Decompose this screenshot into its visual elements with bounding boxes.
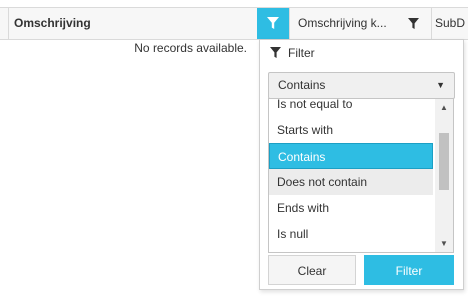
scrollbar-thumb[interactable] (439, 133, 449, 190)
column-header-label: Omschrijving (14, 16, 91, 30)
column-filter-button-active[interactable] (257, 8, 289, 39)
column-header-omschrijving-k[interactable]: Omschrijving k... (289, 8, 431, 39)
scroll-up-arrow-icon[interactable]: ▲ (435, 99, 453, 116)
grid-header: Omschrijving Omschrijving k... SubD (0, 7, 468, 40)
caret-down-icon[interactable]: ▼ (436, 73, 445, 98)
column-header-omschrijving[interactable]: Omschrijving (8, 8, 257, 39)
scroll-down-arrow-icon[interactable]: ▼ (435, 235, 453, 252)
operator-option[interactable]: Is not equal to (269, 99, 433, 117)
filter-popup-title: Filter (270, 43, 315, 63)
filter-button[interactable]: Filter (364, 255, 454, 285)
operator-dropdown[interactable]: Contains ▼ (268, 72, 455, 99)
column-header-label: SubD (435, 16, 466, 30)
operator-dropdown-value: Contains (278, 78, 326, 92)
operator-option[interactable]: Ends with (269, 195, 433, 221)
column-header-subd[interactable]: SubD (431, 8, 468, 39)
clear-button[interactable]: Clear (268, 255, 356, 285)
column-header-label: Omschrijving k... (298, 16, 387, 30)
operator-option[interactable]: Is null (269, 221, 433, 247)
operator-option-hover[interactable]: Does not contain (269, 169, 433, 195)
filter-popup: Filter Contains ▼ Is not equal to Starts… (259, 39, 464, 290)
empty-grid-message: No records available. (134, 41, 247, 55)
filter-popup-title-label: Filter (288, 46, 315, 60)
filter-icon[interactable] (408, 18, 419, 30)
operator-list-items: Is not equal to Starts with Contains Doe… (269, 99, 433, 247)
filter-icon (267, 17, 279, 29)
operator-list: Is not equal to Starts with Contains Doe… (268, 98, 454, 253)
operator-list-scrollbar[interactable]: ▲ ▼ (435, 99, 453, 252)
operator-option-selected[interactable]: Contains (269, 143, 433, 169)
filter-icon (270, 47, 281, 59)
operator-option[interactable]: Starts with (269, 117, 433, 143)
